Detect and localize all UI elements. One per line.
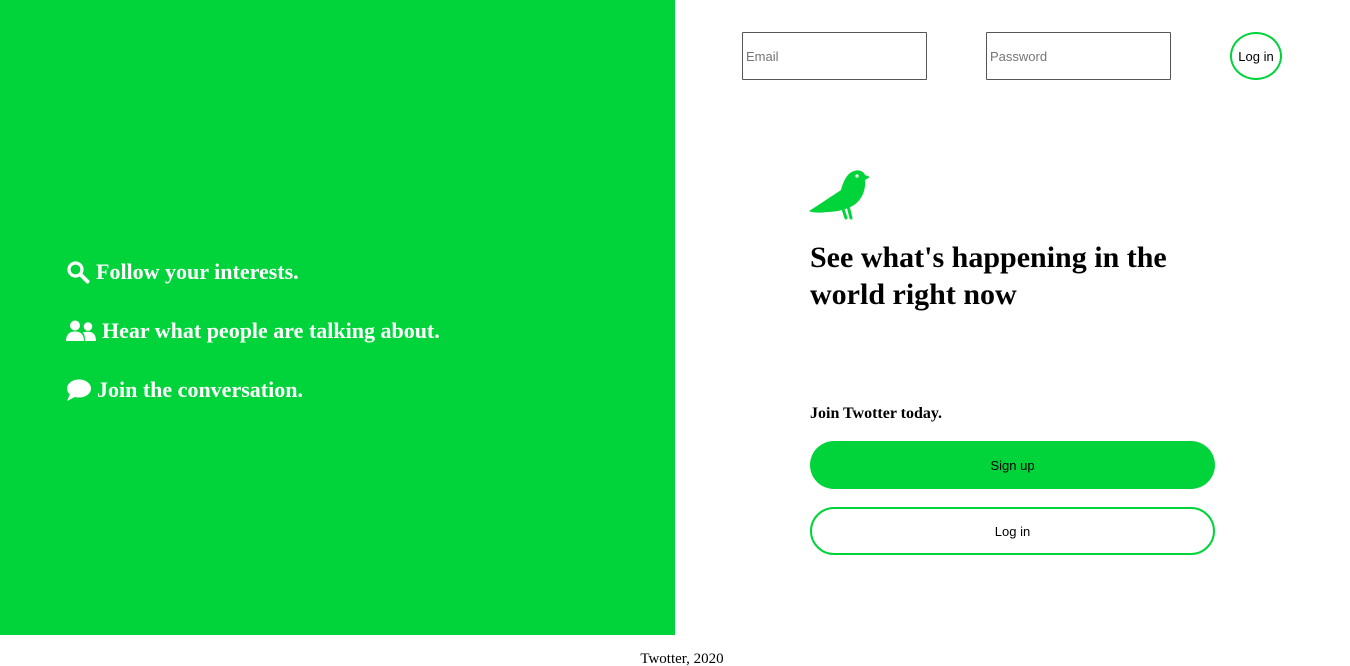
comment-icon bbox=[66, 379, 91, 402]
search-icon bbox=[66, 260, 90, 284]
features-panel: Follow your interests. Hear what people … bbox=[0, 0, 675, 635]
feature-join-conversation: Join the conversation. bbox=[66, 377, 303, 403]
footer-text: Twotter, 2020 bbox=[640, 651, 724, 666]
feature-hear-people: Hear what people are talking about. bbox=[66, 318, 440, 344]
login-button[interactable]: Log in bbox=[810, 507, 1215, 555]
email-field[interactable] bbox=[742, 32, 927, 80]
landing-page: Follow your interests. Hear what people … bbox=[0, 0, 1350, 666]
join-text: Join Twotter today. bbox=[810, 405, 943, 422]
password-field[interactable] bbox=[986, 32, 1171, 80]
signup-button[interactable]: Sign up bbox=[810, 441, 1215, 489]
feature-label: Follow your interests. bbox=[96, 259, 299, 284]
header-login-button[interactable]: Log in bbox=[1230, 32, 1282, 80]
feature-label: Join the conversation. bbox=[97, 377, 303, 402]
feature-label: Hear what people are talking about. bbox=[102, 318, 440, 343]
feature-follow-interests: Follow your interests. bbox=[66, 259, 299, 285]
headline: See what's happening in the world right … bbox=[810, 241, 1167, 311]
users-icon bbox=[66, 320, 96, 342]
bird-icon bbox=[808, 168, 870, 220]
